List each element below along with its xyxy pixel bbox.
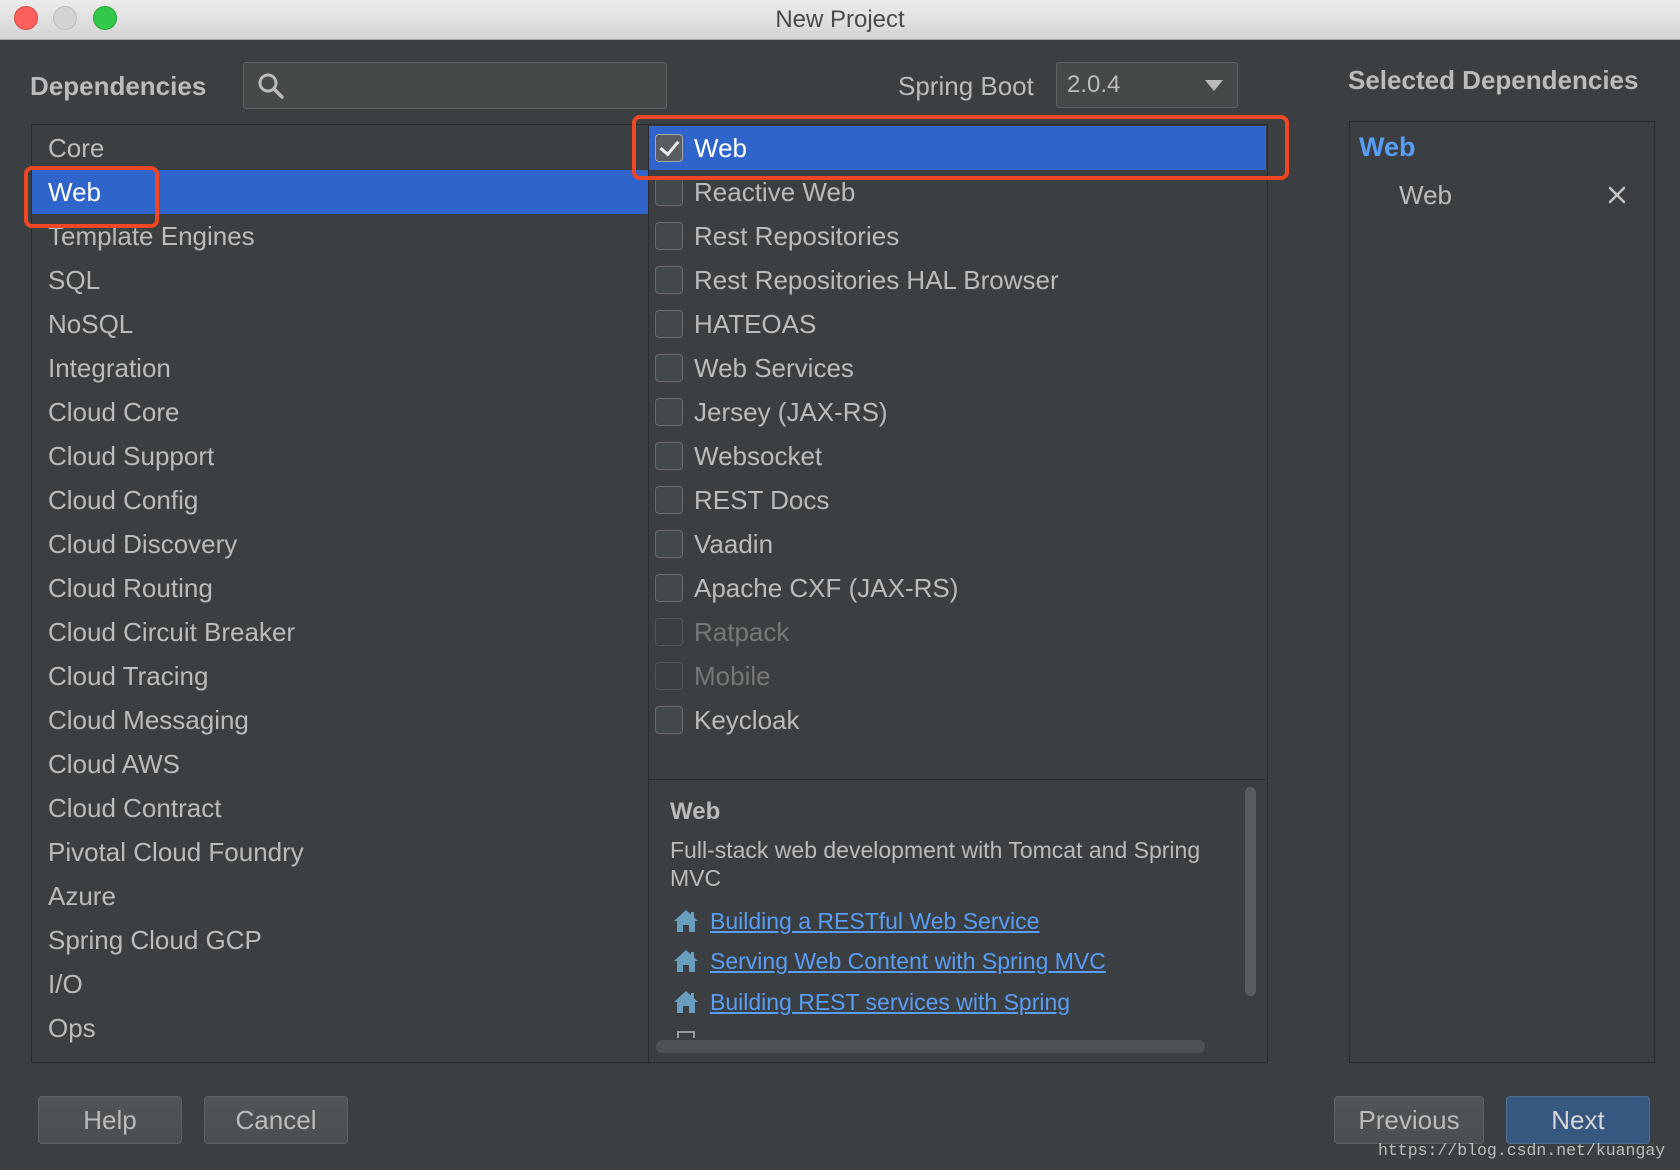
dependency-item-hateoas[interactable]: HATEOAS xyxy=(649,302,1266,346)
category-item-cloud-routing[interactable]: Cloud Routing xyxy=(32,566,648,610)
previous-button[interactable]: Previous xyxy=(1334,1096,1484,1144)
dependency-item-mobile: Mobile xyxy=(649,654,1266,698)
checkbox[interactable] xyxy=(655,398,683,426)
category-item-cloud-support[interactable]: Cloud Support xyxy=(32,434,648,478)
dependency-label: Mobile xyxy=(694,661,771,691)
category-item-azure[interactable]: Azure xyxy=(32,874,648,918)
dependency-label: Ratpack xyxy=(694,617,790,647)
watermark: https://blog.csdn.net/kuangay xyxy=(1378,1141,1666,1160)
cancel-button[interactable]: Cancel xyxy=(204,1096,348,1144)
category-item-io[interactable]: I/O xyxy=(32,962,648,1006)
checkbox[interactable] xyxy=(655,266,683,294)
dependency-item-rest-repositories-hal-browser[interactable]: Rest Repositories HAL Browser xyxy=(649,258,1266,302)
checkbox[interactable] xyxy=(655,442,683,470)
description-horizontal-scrollbar[interactable] xyxy=(656,1040,1205,1053)
guide-link[interactable]: Building REST services with Spring xyxy=(670,987,1230,1017)
spring-boot-version-select[interactable]: 2.0.4 xyxy=(1056,62,1238,108)
category-item-cloud-aws[interactable]: Cloud AWS xyxy=(32,742,648,786)
dependency-label: Jersey (JAX-RS) xyxy=(694,397,888,427)
search-box[interactable] xyxy=(243,62,667,109)
category-item-cloud-contract[interactable]: Cloud Contract xyxy=(32,786,648,830)
house-icon xyxy=(674,950,698,972)
dependency-label: Apache CXF (JAX-RS) xyxy=(694,573,959,603)
checkbox[interactable] xyxy=(655,222,683,250)
selected-dependency-label: Web xyxy=(1399,180,1452,210)
dependency-item-rest-docs[interactable]: REST Docs xyxy=(649,478,1266,522)
checkbox[interactable] xyxy=(655,530,683,558)
category-list: Core Web Template Engines SQL NoSQL Inte… xyxy=(32,126,648,1050)
dependency-item-web-services[interactable]: Web Services xyxy=(649,346,1266,390)
description-vertical-scrollbar[interactable] xyxy=(1245,787,1256,996)
guide-link-label[interactable]: Serving Web Content with Spring MVC xyxy=(710,946,1106,976)
category-item-cloud-discovery[interactable]: Cloud Discovery xyxy=(32,522,648,566)
category-item-ops[interactable]: Ops xyxy=(32,1006,648,1050)
category-item-core[interactable]: Core xyxy=(32,126,648,170)
dependency-label: Keycloak xyxy=(694,705,800,735)
spring-boot-label: Spring Boot xyxy=(898,71,1034,101)
category-item-nosql[interactable]: NoSQL xyxy=(32,302,648,346)
checkbox[interactable] xyxy=(655,706,683,734)
dependency-label: Vaadin xyxy=(694,529,774,559)
selected-dependencies-panel xyxy=(1349,121,1655,1063)
guide-link-label[interactable]: Building a RESTful Web Service xyxy=(710,906,1039,936)
dependency-label: Rest Repositories HAL Browser xyxy=(694,265,1059,295)
category-item-integration[interactable]: Integration xyxy=(32,346,648,390)
close-icon[interactable] xyxy=(1607,185,1627,205)
annotation-box-dependency-web xyxy=(632,115,1289,180)
guide-link[interactable]: Building a RESTful Web Service xyxy=(670,906,1230,936)
dependency-item-apache-cxf[interactable]: Apache CXF (JAX-RS) xyxy=(649,566,1266,610)
guide-link-partial[interactable] xyxy=(670,1028,1230,1038)
dependency-label: Websocket xyxy=(694,441,823,471)
search-input[interactable] xyxy=(296,63,656,108)
chevron-down-icon xyxy=(1205,80,1223,91)
selected-dependency-item: Web xyxy=(1359,175,1644,215)
checkbox xyxy=(655,618,683,646)
help-button[interactable]: Help xyxy=(38,1096,182,1144)
checkbox[interactable] xyxy=(655,178,683,206)
category-item-spring-cloud-gcp[interactable]: Spring Cloud GCP xyxy=(32,918,648,962)
category-item-cloud-config[interactable]: Cloud Config xyxy=(32,478,648,522)
selected-group-label: Web xyxy=(1359,132,1416,162)
category-item-cloud-messaging[interactable]: Cloud Messaging xyxy=(32,698,648,742)
category-item-cloud-circuit-breaker[interactable]: Cloud Circuit Breaker xyxy=(32,610,648,654)
dependency-item-websocket[interactable]: Websocket xyxy=(649,434,1266,478)
dependency-label: HATEOAS xyxy=(694,309,817,339)
description-viewport: Web Full-stack web development with Tomc… xyxy=(649,780,1239,1038)
dependency-item-jersey[interactable]: Jersey (JAX-RS) xyxy=(649,390,1266,434)
description-title: Web xyxy=(670,798,721,825)
checkbox[interactable] xyxy=(655,574,683,602)
title-bar: New Project xyxy=(0,0,1680,40)
house-icon xyxy=(674,991,698,1013)
category-item-sql[interactable]: SQL xyxy=(32,258,648,302)
dependency-label: REST Docs xyxy=(694,485,830,515)
next-button[interactable]: Next xyxy=(1506,1096,1650,1144)
dependency-item-vaadin[interactable]: Vaadin xyxy=(649,522,1266,566)
dependency-label: Rest Repositories xyxy=(694,221,900,251)
spring-boot-version-value: 2.0.4 xyxy=(1067,71,1121,98)
category-item-pivotal-cloud-foundry[interactable]: Pivotal Cloud Foundry xyxy=(32,830,648,874)
search-icon xyxy=(258,73,284,99)
category-item-cloud-core[interactable]: Cloud Core xyxy=(32,390,648,434)
category-item-cloud-tracing[interactable]: Cloud Tracing xyxy=(32,654,648,698)
description-panel: Web Full-stack web development with Tomc… xyxy=(649,780,1266,1062)
dependency-item-ratpack: Ratpack xyxy=(649,610,1266,654)
document-icon xyxy=(677,1031,695,1038)
dependencies-label: Dependencies xyxy=(30,71,207,101)
checkbox[interactable] xyxy=(655,486,683,514)
house-icon xyxy=(674,910,698,932)
guide-link-label[interactable]: Building REST services with Spring xyxy=(710,987,1070,1017)
annotation-box-category-web xyxy=(24,166,159,228)
description-text: Full-stack web development with Tomcat a… xyxy=(670,837,1201,891)
selected-dependencies-title: Selected Dependencies xyxy=(1348,65,1639,95)
window-title: New Project xyxy=(775,6,905,33)
guide-link[interactable]: Serving Web Content with Spring MVC xyxy=(670,946,1230,976)
checkbox[interactable] xyxy=(655,354,683,382)
dependency-list: Web Reactive Web Rest Repositories Rest … xyxy=(649,126,1266,742)
checkbox[interactable] xyxy=(655,310,683,338)
dependency-label: Web Services xyxy=(694,353,854,383)
dependency-item-rest-repositories[interactable]: Rest Repositories xyxy=(649,214,1266,258)
checkbox xyxy=(655,662,683,690)
dependency-item-keycloak[interactable]: Keycloak xyxy=(649,698,1266,742)
